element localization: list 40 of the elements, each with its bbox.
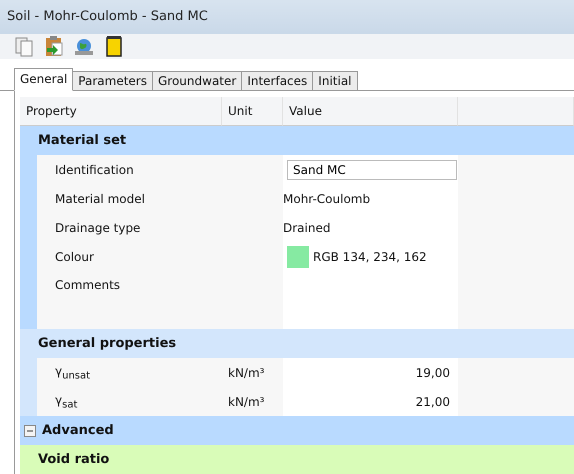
column-header[interactable]: Value bbox=[283, 97, 458, 126]
identification-field[interactable]: Sand MC bbox=[287, 160, 457, 180]
property-label: Colour bbox=[55, 250, 94, 264]
section-header[interactable]: Advanced bbox=[20, 416, 574, 445]
property-row[interactable]: Comments bbox=[20, 271, 574, 329]
collapse-icon[interactable] bbox=[24, 424, 36, 436]
window-title: Soil - Mohr-Coulomb - Sand MC bbox=[7, 9, 208, 24]
tab[interactable]: General bbox=[14, 68, 74, 91]
unit-label: kN/m³ bbox=[228, 394, 264, 408]
property-label: γ$_{unsat}$ bbox=[55, 364, 90, 382]
colour-swatch[interactable] bbox=[287, 246, 309, 268]
property-row[interactable]: Material model Mohr-Coulomb bbox=[20, 184, 574, 213]
property-label: Comments bbox=[55, 278, 120, 292]
copy-icon[interactable] bbox=[14, 35, 34, 58]
property-row[interactable]: Identification Sand MC bbox=[20, 155, 574, 184]
clipboard-icon[interactable] bbox=[44, 35, 64, 58]
column-header[interactable]: Unit bbox=[222, 97, 283, 126]
property-row[interactable]: γ$_{unsat}$ kN/m³ 19,00 bbox=[20, 358, 574, 387]
property-row[interactable]: γ$_{sat}$ kN/m³ 21,00 bbox=[20, 387, 574, 416]
section-header[interactable]: Material set bbox=[20, 126, 574, 155]
section-header[interactable]: General properties bbox=[20, 329, 574, 358]
colour-value: RGB 134, 234, 162 bbox=[313, 250, 427, 264]
value-number[interactable]: 19,00 bbox=[416, 366, 450, 380]
value-text[interactable]: Mohr-Coulomb bbox=[283, 192, 370, 206]
tab[interactable]: Interfaces bbox=[241, 71, 314, 90]
tab[interactable]: Parameters bbox=[72, 71, 153, 90]
section-header[interactable]: Void ratio bbox=[20, 445, 574, 474]
property-label: Drainage type bbox=[55, 220, 140, 234]
property-label: Identification bbox=[55, 162, 134, 176]
column-header[interactable]: Property bbox=[20, 97, 222, 126]
value-text[interactable]: Drained bbox=[283, 220, 330, 234]
property-row[interactable]: Colour RGB 134, 234, 162 bbox=[20, 242, 574, 271]
property-label: Material model bbox=[55, 192, 145, 206]
tab[interactable]: Groundwater bbox=[152, 71, 242, 90]
unit-label: kN/m³ bbox=[228, 366, 264, 380]
property-row[interactable]: Drainage type Drained bbox=[20, 213, 574, 242]
cylinder-icon[interactable] bbox=[104, 35, 124, 58]
value-number[interactable]: 21,00 bbox=[416, 394, 450, 408]
property-label: γ$_{sat}$ bbox=[55, 392, 78, 410]
tab[interactable]: Initial bbox=[312, 71, 358, 90]
